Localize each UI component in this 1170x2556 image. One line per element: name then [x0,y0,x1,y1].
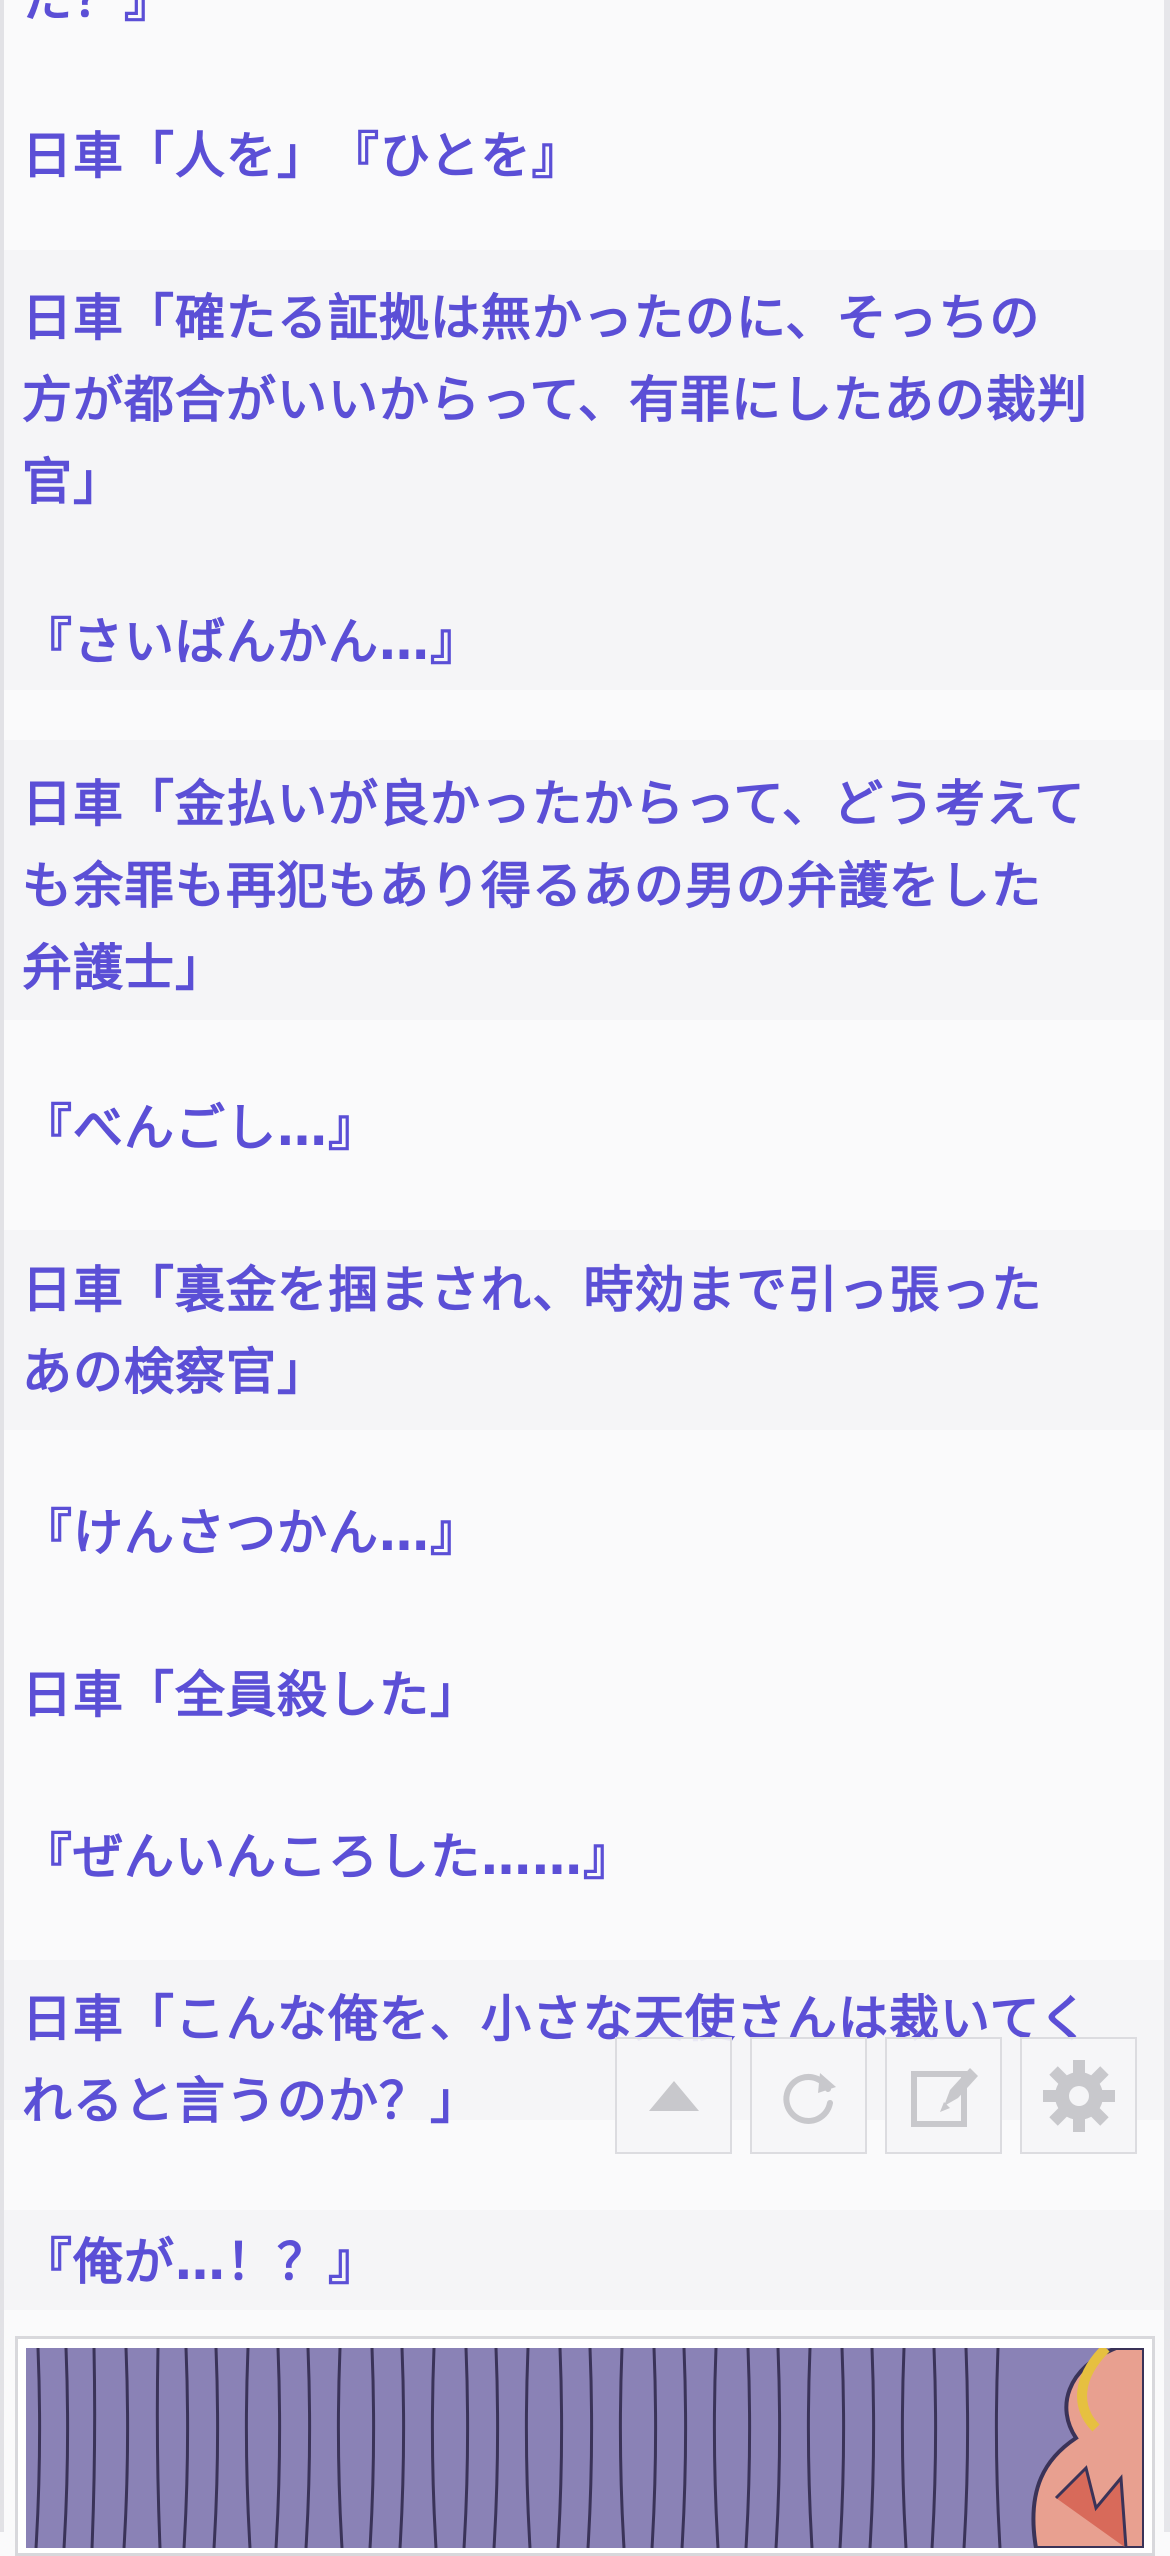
story-line: た？』 [22,0,1152,40]
story-line: 日車「裏金を掴まされ、時効まで引っ張った あの検察官」 [22,1261,1043,1401]
reload-button[interactable] [750,2037,867,2154]
story-line: 『ぜんいんころした……』 [22,1828,634,1886]
scroll-top-button[interactable] [615,2037,732,2154]
settings-button[interactable] [1020,2037,1137,2154]
triangle-up-icon [648,2080,699,2111]
story-line: 『さいばんかん…』 [22,613,481,671]
scrollbar-track[interactable] [1164,0,1170,2532]
story-line: 日車「金払いが良かったからって、どう考えて も余罪も再犯もあり得るあの男の弁護を… [22,775,1086,997]
story-line: 『べんごし…』 [22,1099,379,1157]
pencil-square-icon [910,2067,978,2127]
illustration-art [26,2348,1144,2548]
story-line: 日車「全員殺した」 [22,1666,481,1724]
story-line: 『俺が…！？』 [22,2233,379,2291]
edit-button[interactable] [885,2037,1002,2154]
gear-icon [1042,2059,1115,2132]
story-line: 日車「人を」 『ひとを』 [22,127,583,185]
story-illustration[interactable] [26,2348,1144,2548]
refresh-icon [782,2072,836,2124]
story-line: 日車「確たる証拠は無かったのに、そっちの 方が都合がいいからって、有罪にしたあの… [22,289,1088,511]
story-line: 『けんさつかん…』 [22,1504,481,1562]
